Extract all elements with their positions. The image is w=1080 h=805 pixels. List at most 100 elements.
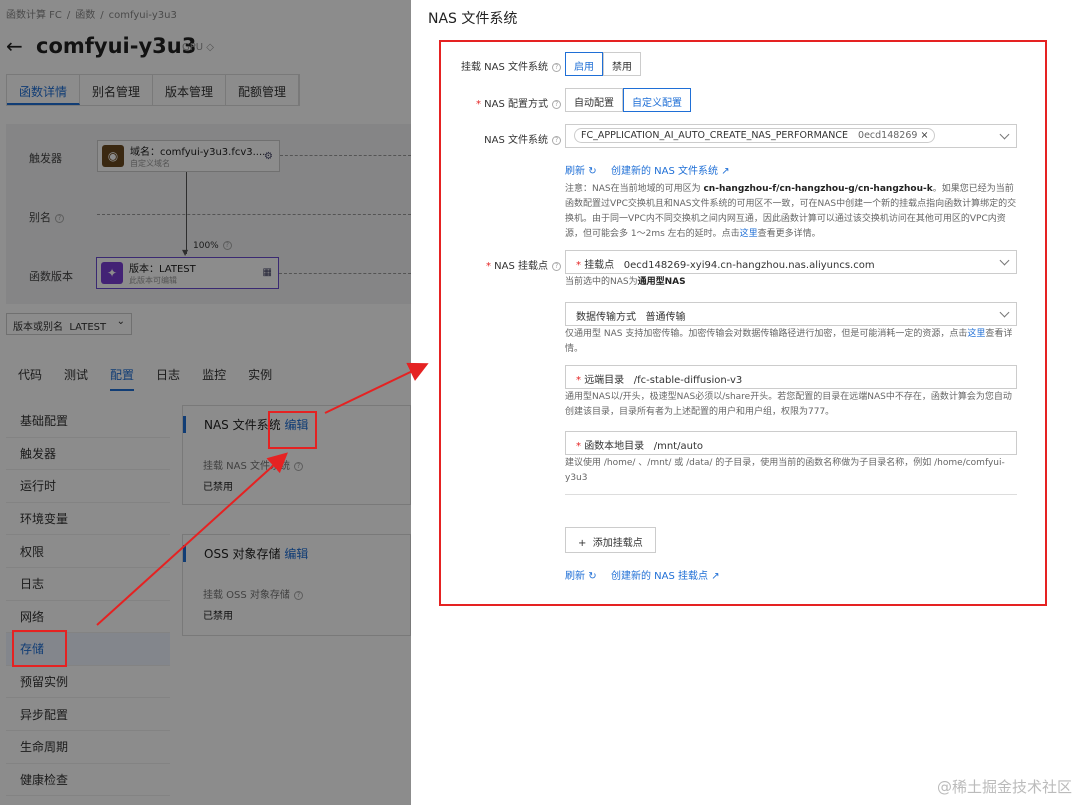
nav-runtime[interactable]: 运行时 xyxy=(6,470,170,503)
note-here-link[interactable]: 这里 xyxy=(740,229,758,239)
settings-gear-icon[interactable]: ⚙ xyxy=(264,151,273,162)
transfer-here-link[interactable]: 这里 xyxy=(967,329,985,339)
close-icon[interactable]: × xyxy=(920,130,928,141)
nav-lifecycle[interactable]: 生命周期 xyxy=(6,731,170,764)
oss-panel-key: 挂载 OSS 对象存储? xyxy=(203,586,410,601)
nas-panel-value: 已禁用 xyxy=(203,482,233,493)
tab-quota[interactable]: 配额管理 xyxy=(226,75,300,105)
breadcrumb-item[interactable]: 函数 xyxy=(75,10,95,21)
version-row-label: 函数版本 xyxy=(29,270,73,283)
config-mode-label: * NAS 配置方式? xyxy=(421,95,561,110)
tab-code[interactable]: 代码 xyxy=(18,366,42,391)
nav-logs[interactable]: 日志 xyxy=(6,568,170,601)
refresh-icon: ↻ xyxy=(588,571,597,582)
nas-fs-tag: FC_APPLICATION_AI_AUTO_CREATE_NAS_PERFOR… xyxy=(574,128,936,143)
oss-summary-panel: OSS 对象存储 编辑 挂载 OSS 对象存储? 已禁用 xyxy=(182,534,411,636)
version-alias-select[interactable]: 版本或别名 LATEST ⌄ xyxy=(6,313,132,335)
nas-drawer: NAS 文件系统 挂载 NAS 文件系统? 启用 禁用 * NAS 配置方式? … xyxy=(411,0,1080,805)
alias-row-label: 别名? xyxy=(29,209,64,225)
topology-area: 触发器 别名? 函数版本 ◉ 域名：comfyui-y3u3.fcv3.... … xyxy=(6,124,411,304)
add-mount-point-button[interactable]: + 添加挂载点 xyxy=(565,527,656,553)
refresh-link[interactable]: 刷新 ↻ xyxy=(565,162,597,177)
oss-panel-value: 已禁用 xyxy=(203,611,233,622)
document-icon[interactable]: ▦ xyxy=(263,267,272,278)
nas-fs-select[interactable]: FC_APPLICATION_AI_AUTO_CREATE_NAS_PERFOR… xyxy=(565,124,1017,148)
chevron-down-icon xyxy=(999,255,1010,266)
connector-line xyxy=(279,273,411,274)
nas-fs-label: NAS 文件系统? xyxy=(421,131,561,146)
auto-config-button[interactable]: 自动配置 xyxy=(565,88,623,112)
traffic-percent: 100%? xyxy=(193,241,232,251)
nav-reserved[interactable]: 预留实例 xyxy=(6,666,170,699)
domain-card-subtitle: 自定义域名 xyxy=(130,159,170,168)
drawer-title: NAS 文件系统 xyxy=(428,11,518,27)
transfer-note: 仅通用型 NAS 支持加密传输。加密传输会对数据传输路径进行加密，但是可能消耗一… xyxy=(565,329,1013,354)
nav-env[interactable]: 环境变量 xyxy=(6,503,170,536)
tab-test[interactable]: 测试 xyxy=(64,366,88,391)
nav-trigger[interactable]: 触发器 xyxy=(6,438,170,471)
custom-config-button[interactable]: 自定义配置 xyxy=(623,88,691,112)
nav-health[interactable]: 健康检查 xyxy=(6,764,170,797)
oss-panel-title: OSS 对象存储 编辑 xyxy=(183,545,410,562)
connector-line xyxy=(97,214,411,215)
tab-monitor[interactable]: 监控 xyxy=(202,366,226,391)
flow-arrow-line xyxy=(186,172,187,254)
nas-type-note: 当前选中的NAS为通用型NAS xyxy=(565,277,686,287)
tab-alias[interactable]: 别名管理 xyxy=(80,75,154,105)
version-card-title: 版本：LATEST xyxy=(129,264,196,275)
back-arrow-icon[interactable]: ← xyxy=(6,34,23,58)
tab-function-detail[interactable]: 函数详情 xyxy=(7,75,81,105)
mount-point-label: * NAS 挂载点? xyxy=(421,257,561,272)
nav-network[interactable]: 网络 xyxy=(6,601,170,634)
domain-card-title: 域名：comfyui-y3u3.fcv3.... xyxy=(130,147,266,158)
create-mount-point-link[interactable]: 创建新的 NAS 挂载点 ↗ xyxy=(611,567,720,582)
remote-dir-input[interactable]: * 远端目录 /fc-stable-diffusion-v3 xyxy=(565,365,1017,389)
divider xyxy=(565,494,1017,495)
gpu-badge: GPU ◇ xyxy=(182,42,214,53)
mount-nas-label: 挂载 NAS 文件系统? xyxy=(421,58,561,73)
config-side-nav: 基础配置 触发器 运行时 环境变量 权限 日志 网络 存储 预留实例 异步配置 … xyxy=(6,405,170,797)
domain-card[interactable]: ◉ 域名：comfyui-y3u3.fcv3.... 自定义域名 ⚙ xyxy=(97,140,280,172)
chevron-down-icon: ⌄ xyxy=(116,316,125,327)
top-tabs: 函数详情 别名管理 版本管理 配额管理 xyxy=(6,74,301,106)
nav-permission[interactable]: 权限 xyxy=(6,535,170,568)
function-detail-page: 函数计算 FC / 函数 / comfyui-y3u3 ← comfyui-y3u3 G… xyxy=(0,0,411,805)
local-dir-note: 建议使用 /home/ 、/mnt/ 或 /data/ 的子目录，使用当前的函数… xyxy=(565,458,1005,483)
storage-highlight-box xyxy=(12,630,67,667)
breadcrumb-item[interactable]: 函数计算 FC xyxy=(6,10,62,21)
watermark: @稀土掘金技术社区 xyxy=(936,778,1072,796)
refresh-icon: ↻ xyxy=(588,166,597,177)
mount-point-select[interactable]: * 挂载点 0ecd148269-xyi94.cn-hangzhou.nas.a… xyxy=(565,250,1017,274)
oss-edit-link[interactable]: 编辑 xyxy=(284,547,308,561)
tag-icon: ◇ xyxy=(206,42,214,53)
refresh-link-2[interactable]: 刷新 ↻ xyxy=(565,567,597,582)
connector-line xyxy=(280,155,411,156)
nas-form-highlight-box: 挂载 NAS 文件系统? 启用 禁用 * NAS 配置方式? 自动配置 自定义配… xyxy=(439,40,1047,606)
tab-version[interactable]: 版本管理 xyxy=(153,75,227,105)
globe-icon: ◉ xyxy=(102,145,124,167)
function-icon: ✦ xyxy=(101,262,123,284)
external-link-icon: ↗ xyxy=(721,166,730,177)
transfer-mode-select[interactable]: 数据传输方式 普通传输 xyxy=(565,302,1017,326)
breadcrumb: 函数计算 FC / 函数 / comfyui-y3u3 xyxy=(6,10,177,21)
version-card[interactable]: ✦ 版本：LATEST 此版本可编辑 ▦ xyxy=(96,257,279,289)
tab-config[interactable]: 配置 xyxy=(110,366,135,391)
nav-basic-config[interactable]: 基础配置 xyxy=(6,405,170,438)
remote-dir-note: 通用型NAS以/开头，极速型NAS必须以/share开头。若您配置的目录在远端N… xyxy=(565,392,1012,417)
enable-button[interactable]: 启用 xyxy=(565,52,603,76)
page-title: comfyui-y3u3 xyxy=(36,34,197,58)
nas-panel-key: 挂载 NAS 文件系统? xyxy=(203,457,410,472)
tab-instances[interactable]: 实例 xyxy=(248,366,272,391)
zone-note: 注意：NAS在当前地域的可用区为 cn-hangzhou-f/cn-hangzh… xyxy=(565,184,1017,239)
config-subtabs: 代码 测试 配置 日志 监控 实例 xyxy=(18,366,272,391)
disable-button[interactable]: 禁用 xyxy=(603,52,641,76)
arrow-down-icon: ▼ xyxy=(182,248,189,257)
chevron-down-icon xyxy=(999,307,1010,318)
nav-async[interactable]: 异步配置 xyxy=(6,698,170,731)
edit-highlight-box xyxy=(268,411,317,449)
tab-logs[interactable]: 日志 xyxy=(156,366,180,391)
chevron-down-icon xyxy=(999,129,1010,140)
create-nas-fs-link[interactable]: 创建新的 NAS 文件系统 ↗ xyxy=(611,162,730,177)
breadcrumb-item: comfyui-y3u3 xyxy=(108,10,177,21)
local-dir-input[interactable]: * 函数本地目录 /mnt/auto xyxy=(565,431,1017,455)
